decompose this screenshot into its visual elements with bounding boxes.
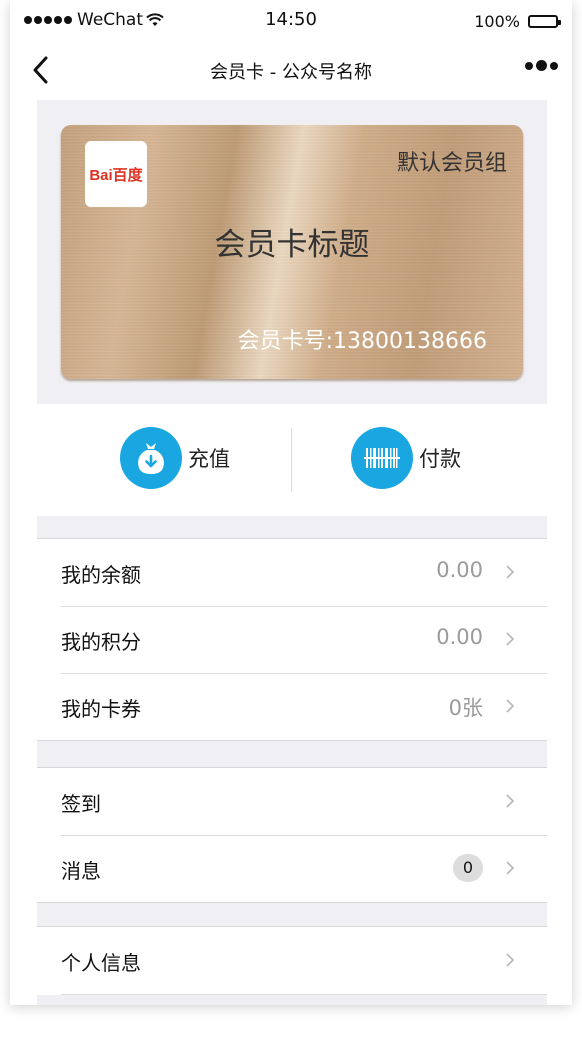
card-area: Bai百度 默认会员组 会员卡标题 会员卡号:13800138666 (37, 100, 547, 404)
list-item-messages[interactable]: 消息 0 (37, 835, 547, 902)
pay-label: 付款 (419, 447, 461, 471)
activity-section: 签到 消息 0 (37, 767, 547, 903)
card-number: 会员卡号:13800138666 (237, 329, 487, 354)
chevron-right-icon (506, 565, 515, 579)
logo-text: Bai百度 (89, 166, 143, 184)
barcode-icon (351, 427, 413, 489)
recharge-button[interactable]: 充值 (120, 427, 230, 489)
list-item-value: 0.00 (436, 558, 483, 582)
status-bar: WeChat 14:50 100% (10, 0, 572, 42)
actions-divider (291, 428, 292, 492)
page-title: 会员卡 - 公众号名称 (210, 62, 372, 83)
account-section: 我的余额 0.00 我的积分 0.00 我的卡券 0张 (37, 538, 547, 741)
more-dot-icon (536, 60, 547, 71)
list-item-label: 我的积分 (61, 630, 141, 654)
chevron-right-icon (506, 699, 515, 713)
card-title: 会员卡标题 (214, 227, 370, 263)
more-dot-icon (550, 61, 558, 70)
money-bag-icon (120, 427, 182, 489)
chevron-right-icon (506, 632, 515, 646)
pay-button[interactable]: 付款 (351, 427, 461, 489)
list-item-checkin[interactable]: 签到 (37, 768, 547, 835)
list-item-value: 0.00 (436, 625, 483, 649)
recharge-label: 充值 (188, 447, 230, 471)
list-item-points[interactable]: 我的积分 0.00 (37, 606, 547, 673)
page-content: Bai百度 默认会员组 会员卡标题 会员卡号:13800138666 充值 付款… (37, 100, 547, 1005)
profile-section: 个人信息 (37, 926, 547, 995)
list-item-balance[interactable]: 我的余额 0.00 (37, 539, 547, 606)
member-group-name: 默认会员组 (396, 151, 507, 176)
chevron-right-icon (506, 953, 515, 967)
message-count-badge: 0 (453, 854, 483, 882)
list-item-label: 签到 (61, 792, 101, 816)
list-item-profile[interactable]: 个人信息 (61, 927, 547, 995)
battery-icon (528, 15, 561, 28)
more-dot-icon (525, 61, 533, 70)
battery-percent: 100% (474, 12, 520, 31)
membership-card[interactable]: Bai百度 默认会员组 会员卡标题 会员卡号:13800138666 (61, 125, 523, 379)
quick-actions: 充值 付款 (37, 404, 547, 516)
list-item-label: 消息 (61, 859, 101, 883)
list-item-value: 0张 (448, 696, 483, 720)
more-options-button[interactable] (525, 60, 558, 71)
list-item-label: 我的余额 (61, 563, 141, 587)
brand-logo: Bai百度 (85, 141, 147, 207)
list-item-label: 我的卡券 (61, 697, 141, 721)
phone-frame: WeChat 14:50 100% 会员卡 - 公众号名称 Bai百度 默认会员… (10, 0, 572, 1005)
chevron-right-icon (506, 861, 515, 875)
battery-indicator: 100% (474, 12, 561, 31)
list-item-label: 个人信息 (61, 951, 141, 975)
navigation-bar: 会员卡 - 公众号名称 (10, 42, 572, 100)
list-item-coupons[interactable]: 我的卡券 0张 (37, 673, 547, 740)
chevron-right-icon (506, 794, 515, 808)
